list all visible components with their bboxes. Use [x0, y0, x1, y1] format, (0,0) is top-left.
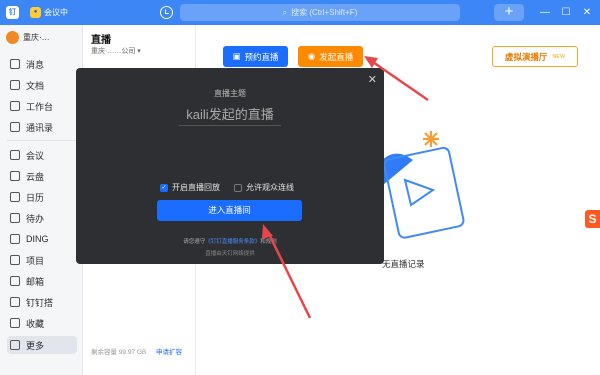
arrow-to-enter-room [266, 231, 312, 319]
arrowhead-icon [364, 56, 378, 68]
arrow-to-start-live [369, 58, 429, 102]
annotation-arrows [262, 56, 429, 319]
